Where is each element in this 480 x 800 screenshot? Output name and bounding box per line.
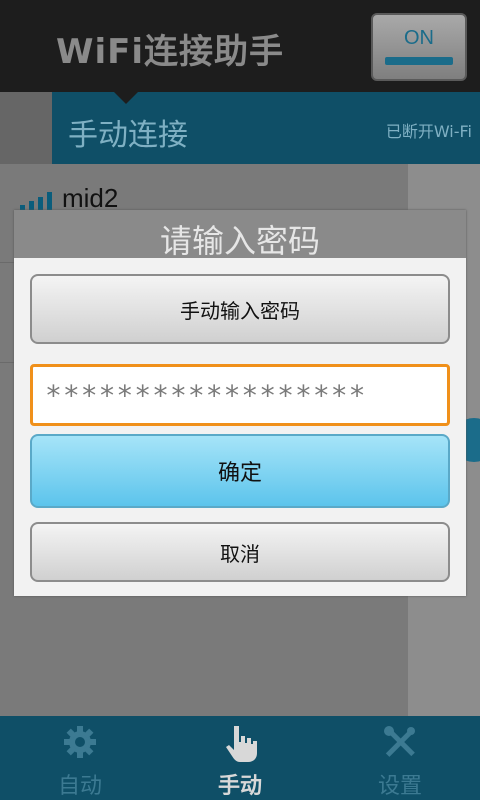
confirm-button[interactable]: 确定 xyxy=(30,434,450,508)
section-title: 手动连接 xyxy=(68,118,188,153)
nav-item-auto[interactable]: 自动 xyxy=(0,716,160,800)
cancel-button[interactable]: 取消 xyxy=(30,522,450,582)
tools-icon xyxy=(320,722,480,762)
bottom-navigation: 自动 手动 设置 xyxy=(0,716,480,800)
nav-label-manual: 手动 xyxy=(217,774,262,799)
toggle-label: ON xyxy=(404,27,434,49)
manual-password-button[interactable]: 手动输入密码 xyxy=(30,274,450,344)
password-input[interactable] xyxy=(30,364,450,426)
toggle-indicator xyxy=(385,57,453,65)
nav-item-manual[interactable]: 手动 xyxy=(160,716,320,800)
wifi-signal-icon xyxy=(20,192,54,210)
dialog-title: 请输入密码 xyxy=(159,222,320,260)
dialog-header: 请输入密码 xyxy=(14,210,466,260)
connection-status: 已断开Wi-Fi xyxy=(385,122,472,141)
section-notch xyxy=(114,92,138,104)
nav-label-auto: 自动 xyxy=(57,774,102,799)
section-left-pad xyxy=(0,92,52,164)
hand-icon xyxy=(160,722,320,762)
gear-icon xyxy=(0,722,160,762)
wifi-toggle[interactable]: ON xyxy=(371,13,467,81)
app-title: WiFi连接助手 xyxy=(56,32,285,72)
password-dialog: 请输入密码 手动输入密码 确定 取消 xyxy=(14,210,466,596)
title-bar: WiFi连接助手 ON xyxy=(0,0,480,92)
nav-label-settings: 设置 xyxy=(377,774,422,799)
nav-item-settings[interactable]: 设置 xyxy=(320,716,480,800)
